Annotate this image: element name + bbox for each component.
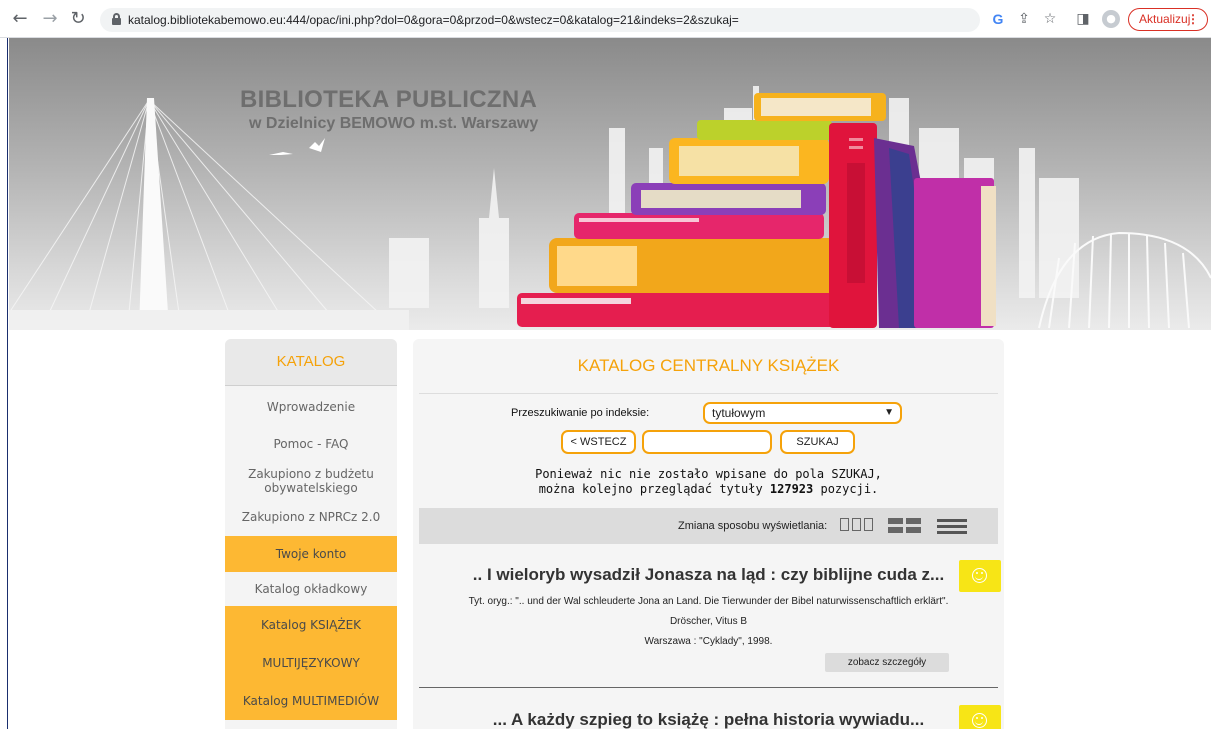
sidebar-item-cover-catalog[interactable]: Katalog okładkowy bbox=[225, 572, 397, 606]
sidebar-item-help-faq[interactable]: Pomoc - FAQ bbox=[225, 428, 397, 460]
menu-kebab-icon: ⋮ bbox=[1187, 12, 1199, 26]
library-banner: BIBLIOTEKA PUBLICZNA w Dzielnicy BEMOWO … bbox=[9, 38, 1211, 330]
lock-icon bbox=[112, 13, 121, 25]
index-select-value: tytułowym bbox=[712, 406, 766, 420]
title-divider bbox=[419, 393, 998, 394]
info-line-2-prefix: można kolejno przeglądać tytuły bbox=[538, 482, 770, 496]
browser-window: ← → ↻ katalog.bibliotekabemowo.eu:444/op… bbox=[0, 0, 1211, 729]
share-icon[interactable]: ⇪ bbox=[1015, 10, 1033, 28]
sidebar-item-nprcz[interactable]: Zakupiono z NPRCz 2.0 bbox=[225, 502, 397, 532]
library-subtitle: w Dzielnicy BEMOWO m.st. Warszawy bbox=[249, 115, 539, 132]
tiles-view-icon[interactable] bbox=[888, 518, 921, 533]
side-panel-icon[interactable]: ◨ bbox=[1074, 10, 1092, 28]
sidebar-item-books-catalog[interactable]: Katalog KSIĄŻEK bbox=[225, 606, 397, 644]
sidebar-heading: KATALOG bbox=[225, 339, 397, 386]
reload-icon[interactable]: ↻ bbox=[68, 9, 88, 29]
chevron-down-icon: ▼ bbox=[884, 407, 894, 418]
info-line-2-suffix: pozycji. bbox=[813, 482, 879, 496]
sidebar-item-introduction[interactable]: Wprowadzenie bbox=[225, 386, 397, 428]
catalog-main-panel: KATALOG CENTRALNY KSIĄŻEK Przeszukiwanie… bbox=[413, 339, 1004, 729]
forward-arrow-icon[interactable]: → bbox=[40, 9, 60, 29]
browse-info-text: Ponieważ nic nie zostało wpisane do pola… bbox=[413, 467, 1004, 497]
banner-illustration bbox=[9, 86, 1211, 330]
back-button[interactable]: < WSTECZ bbox=[561, 430, 636, 454]
sidebar-item-civic-budget[interactable]: Zakupiono z budżetu obywatelskiego bbox=[225, 460, 397, 502]
list-view-icon[interactable] bbox=[937, 519, 967, 534]
result-original-title: Tyt. oryg.: ".. und der Wal schleuderte … bbox=[468, 596, 949, 607]
sidebar-item-multilingual[interactable]: MULTIJĘZYKOWY bbox=[225, 644, 397, 682]
sidebar-item-multimedia-catalog[interactable]: Katalog MULTIMEDIÓW bbox=[225, 682, 397, 720]
view-mode-label: Zmiana sposobu wyświetlania: bbox=[678, 520, 828, 532]
smiley-icon[interactable] bbox=[959, 560, 1001, 592]
view-details-button[interactable]: zobacz szczegóły bbox=[825, 653, 949, 672]
birds-icon bbox=[269, 138, 325, 155]
library-title: BIBLIOTEKA PUBLICZNA bbox=[240, 86, 538, 113]
view-mode-bar: Zmiana sposobu wyświetlania: bbox=[419, 508, 998, 544]
back-arrow-icon[interactable]: ← bbox=[10, 9, 30, 29]
google-icon[interactable]: G bbox=[989, 10, 1007, 28]
sidebar-item-your-account[interactable]: Twoje konto bbox=[225, 536, 397, 572]
browser-toolbar: ← → ↻ katalog.bibliotekabemowo.eu:444/op… bbox=[0, 0, 1211, 38]
bookmark-star-icon[interactable]: ☆ bbox=[1041, 10, 1059, 28]
result-publication: Warszawa : "Cyklady", 1998. bbox=[644, 636, 773, 647]
result-author: Dröscher, Vitus B bbox=[669, 616, 748, 627]
result-divider bbox=[419, 687, 998, 688]
grid-view-icon[interactable] bbox=[840, 518, 873, 532]
url-text: katalog.bibliotekabemowo.eu:444/opac/ini… bbox=[128, 13, 739, 27]
info-line-2: można kolejno przeglądać tytuły 127923 p… bbox=[413, 482, 1004, 497]
search-button[interactable]: SZUKAJ bbox=[780, 430, 855, 454]
index-select[interactable]: tytułowym ▼ bbox=[703, 402, 902, 424]
address-bar[interactable]: katalog.bibliotekabemowo.eu:444/opac/ini… bbox=[100, 8, 980, 32]
bridge-deck bbox=[9, 310, 409, 330]
search-input[interactable] bbox=[642, 430, 772, 454]
info-line-1: Ponieważ nic nie zostało wpisane do pola… bbox=[535, 467, 882, 481]
result-title[interactable]: .. I wieloryb wysadził Jonasza na ląd : … bbox=[413, 564, 1004, 586]
result-title[interactable]: ... A każdy szpieg to książę : pełna his… bbox=[413, 709, 1004, 729]
title-count: 127923 bbox=[769, 482, 814, 496]
catalog-sidebar: KATALOG Wprowadzenie Pomoc - FAQ Zakupio… bbox=[225, 339, 397, 729]
index-search-label: Przeszukiwanie po indeksie: bbox=[511, 407, 650, 419]
update-label: Aktualizuj bbox=[1139, 12, 1191, 26]
page-title: KATALOG CENTRALNY KSIĄŻEK bbox=[577, 356, 840, 375]
update-browser-button[interactable]: Aktualizuj ⋮ bbox=[1128, 8, 1208, 31]
smiley-icon[interactable] bbox=[959, 705, 1001, 729]
window-edge bbox=[0, 38, 8, 729]
profile-avatar-icon[interactable]: ● bbox=[1102, 10, 1120, 28]
